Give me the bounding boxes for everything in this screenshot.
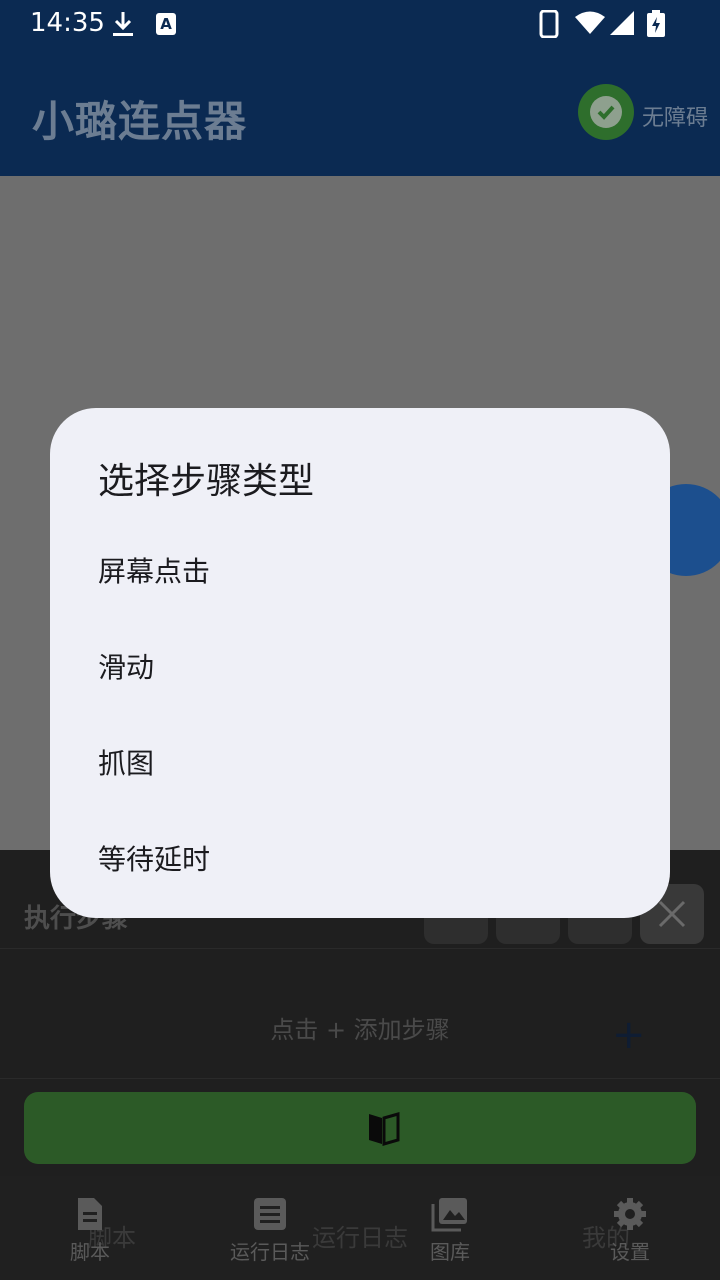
- gallery-icon: [431, 1198, 467, 1232]
- log-list-icon: [254, 1198, 286, 1230]
- nav-label-settings: 设置: [610, 1240, 650, 1264]
- nav-label-gallery: 图库: [430, 1240, 470, 1264]
- script-doc-icon: [78, 1198, 102, 1230]
- bottom-navigation: 脚本 运行日志 我的 脚本 运行日志 图库 设置: [0, 1176, 720, 1280]
- keyboard-a-icon: A: [156, 13, 176, 35]
- option-label: 滑动: [98, 651, 155, 684]
- battery-charging-icon: [646, 10, 666, 42]
- nav-item-script[interactable]: 脚本: [30, 1196, 150, 1265]
- app-bar: 小璐连点器 无障碍: [0, 48, 720, 176]
- wifi-icon: [574, 10, 606, 40]
- nav-item-settings[interactable]: 设置: [570, 1196, 690, 1265]
- cellular-signal-icon: [608, 10, 636, 40]
- gear-icon: [614, 1198, 646, 1230]
- accessibility-label: 无障碍: [642, 106, 709, 131]
- step-type-dialog: 选择步骤类型 屏幕点击 滑动 抓图 等待延时: [50, 408, 670, 918]
- option-screen-tap[interactable]: 屏幕点击: [50, 522, 670, 618]
- divider: [0, 1078, 720, 1079]
- option-wait-delay[interactable]: 等待延时: [50, 810, 670, 906]
- status-time: 14:35: [30, 8, 105, 38]
- option-swipe[interactable]: 滑动: [50, 618, 670, 714]
- divider: [0, 948, 720, 949]
- nav-label-log: 运行日志: [230, 1240, 310, 1264]
- run-flag-icon: [369, 1112, 400, 1146]
- status-bar: 14:35 A: [0, 0, 720, 48]
- option-label: 屏幕点击: [98, 555, 211, 588]
- add-step-plus-icon[interactable]: +: [612, 1012, 646, 1058]
- option-capture-image[interactable]: 抓图: [50, 714, 670, 810]
- phone-icon: [538, 9, 560, 42]
- dialog-title: 选择步骤类型: [98, 461, 315, 502]
- nav-label-script: 脚本: [70, 1240, 110, 1264]
- nav-item-log[interactable]: 运行日志: [210, 1196, 330, 1265]
- app-title: 小璐连点器: [32, 97, 248, 146]
- nav-item-gallery[interactable]: 图库: [390, 1196, 510, 1265]
- download-icon: [110, 10, 136, 42]
- run-button[interactable]: [24, 1092, 696, 1164]
- option-label: 等待延时: [98, 843, 211, 876]
- accessibility-status-icon[interactable]: [578, 84, 634, 140]
- option-label: 抓图: [98, 747, 155, 780]
